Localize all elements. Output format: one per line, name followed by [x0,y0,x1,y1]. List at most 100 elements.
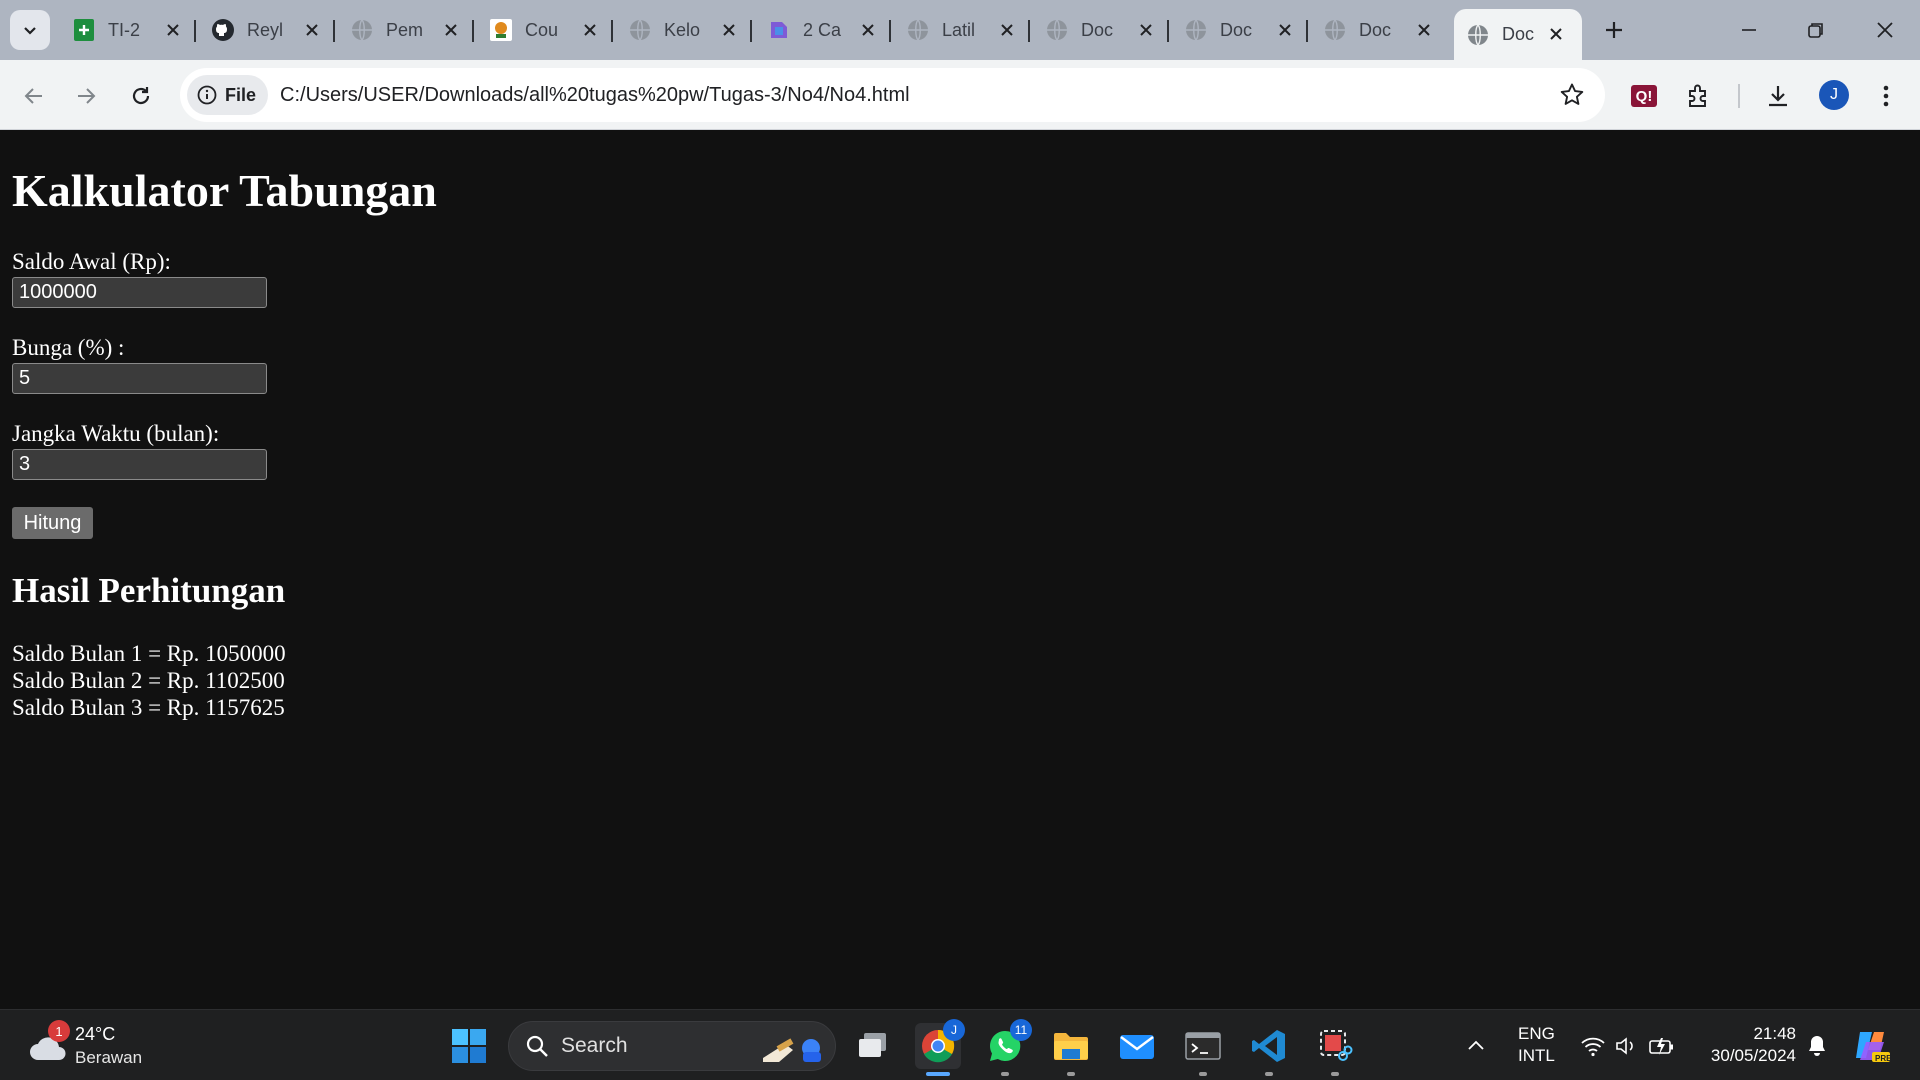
language-indicator[interactable]: ENG INTL [1518,1023,1555,1067]
tab-item[interactable]: 2 Ca [755,9,894,51]
site-info-chip[interactable]: File [187,75,269,115]
toolbar-divider [1738,84,1740,108]
close-icon[interactable] [1412,18,1436,42]
reload-button[interactable] [121,76,161,116]
chevron-down-icon [24,27,36,35]
minimize-button[interactable] [1724,10,1774,50]
bunga-input[interactable] [12,363,267,394]
app-icon [767,18,791,42]
tab-item[interactable]: TI-2 [60,9,199,51]
weather-badge: 1 [48,1020,70,1042]
taskbar-file-explorer[interactable] [1048,1023,1094,1076]
forward-button[interactable] [66,76,106,116]
tab-item[interactable]: Reyl [199,9,338,51]
github-icon [211,18,235,42]
tab-search-button[interactable] [10,10,50,50]
clock-date: 30/05/2024 [1710,1046,1796,1065]
taskbar-terminal[interactable] [1180,1023,1226,1076]
battery-button[interactable] [1648,1010,1676,1080]
profile-avatar[interactable]: J [1819,80,1849,110]
taskbar-mail[interactable] [1114,1023,1160,1069]
taskbar-search[interactable]: Search [508,1021,836,1071]
extension-label: Q! [1635,87,1653,105]
tab-item[interactable]: Doc [1172,9,1311,51]
tab-separator [194,20,196,42]
restore-icon [1808,23,1823,38]
globe-icon [1184,18,1208,42]
globe-icon [350,18,374,42]
running-indicator [926,1072,950,1076]
tab-item[interactable]: Kelo [616,9,755,51]
close-window-button[interactable] [1860,10,1910,50]
bookmark-button[interactable] [1557,80,1587,110]
tab-item[interactable]: Latil [894,9,1033,51]
tab-label: Cou [525,19,559,40]
task-view-button[interactable] [850,1023,896,1069]
running-indicator [1067,1072,1075,1076]
close-icon[interactable] [439,18,463,42]
battery-charging-icon [1649,1037,1673,1055]
copilot-label: PRE [1875,1054,1892,1063]
new-tab-button[interactable] [1598,14,1630,46]
notifications-button[interactable] [1806,1010,1828,1080]
taskbar-chrome[interactable]: J [915,1019,965,1076]
taskbar-vscode[interactable] [1246,1023,1292,1076]
weather-widget[interactable]: 1 24°C Berawan [28,1020,188,1070]
url-text[interactable]: C:/Users/USER/Downloads/all%20tugas%20pw… [280,84,910,107]
tab-item[interactable]: Doc [1033,9,1172,51]
back-button[interactable] [14,76,54,116]
tab-separator [611,20,613,42]
running-indicator [1001,1072,1009,1076]
jangka-waktu-input[interactable] [12,449,267,480]
sheets-icon [72,18,96,42]
extensions-menu-button[interactable] [1679,76,1719,116]
downloads-button[interactable] [1758,76,1798,116]
close-icon[interactable] [578,18,602,42]
close-icon[interactable] [300,18,324,42]
snipping-tool-icon [1320,1030,1353,1061]
volume-button[interactable] [1614,1010,1638,1080]
reload-icon [132,87,150,105]
close-icon[interactable] [1273,18,1297,42]
close-icon [1877,22,1893,38]
close-icon[interactable] [1134,18,1158,42]
address-bar[interactable]: File C:/Users/USER/Downloads/all%20tugas… [180,68,1605,122]
taskbar-clock[interactable]: 21:48 30/05/2024 [1700,1023,1796,1067]
tab-label: Kelo [664,19,701,40]
puzzle-icon [1689,84,1706,107]
close-icon[interactable] [856,18,880,42]
bell-icon [1809,1035,1825,1056]
tab-label: Doc [1081,19,1114,40]
task-view-icon [859,1033,886,1057]
search-icon [526,1035,548,1057]
hitung-button[interactable]: Hitung [12,507,93,539]
extension-button[interactable]: Q! [1624,76,1664,116]
saldo-awal-input[interactable] [12,277,267,308]
tab-item[interactable]: Pem [338,9,477,51]
tab-separator [1306,20,1308,42]
tab-item[interactable]: Cou [477,9,616,51]
show-hidden-icons-button[interactable] [1466,1010,1486,1080]
tab-label: 2 Ca [803,19,842,40]
tab-item[interactable]: Doc [1311,9,1450,51]
arrow-right-icon [78,88,96,104]
network-button[interactable] [1580,1010,1606,1080]
close-icon[interactable] [995,18,1019,42]
tab-separator [1167,20,1169,42]
close-icon[interactable] [161,18,185,42]
tab-item-active[interactable]: Doc [1454,9,1582,60]
browser-menu-button[interactable] [1866,76,1906,116]
language-line1: ENG [1518,1024,1555,1043]
copilot-button[interactable]: PRE [1852,1010,1892,1080]
taskbar-whatsapp[interactable]: 11 [982,1019,1032,1076]
info-icon [197,85,217,105]
close-icon[interactable] [717,18,741,42]
result-heading: Hasil Perhitungan [12,571,286,610]
tab-separator [1028,20,1030,42]
restore-button[interactable] [1791,10,1841,50]
saldo-awal-label: Saldo Awal (Rp): [12,249,171,274]
start-button[interactable] [446,1023,492,1069]
jangka-waktu-label: Jangka Waktu (bulan): [12,421,220,446]
close-icon[interactable] [1544,22,1568,46]
taskbar-snipping-tool[interactable] [1312,1023,1358,1076]
